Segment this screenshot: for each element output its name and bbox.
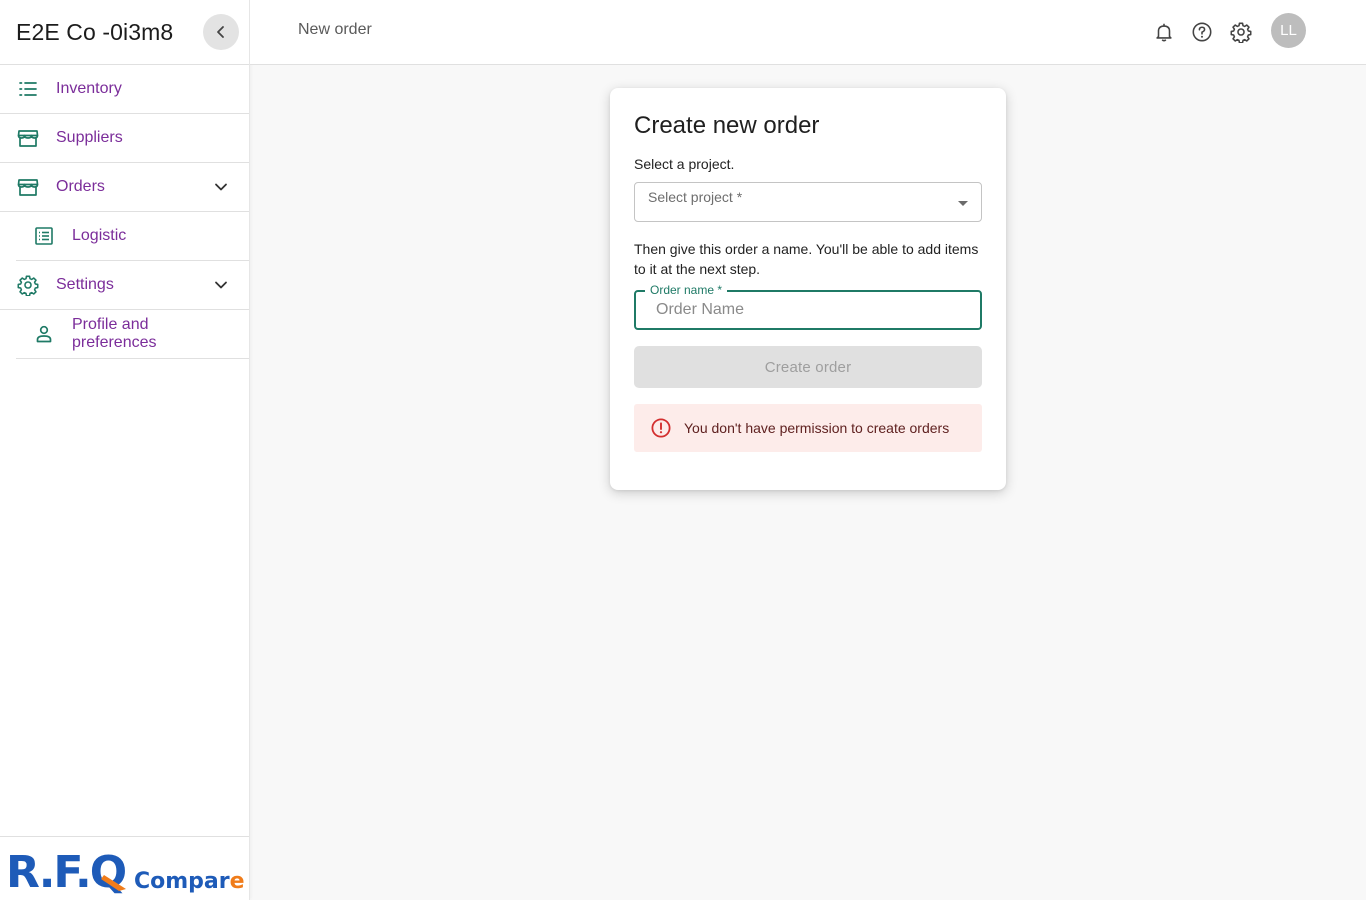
svg-text:R.F.Q: R.F.Q [6,847,126,898]
sidebar-item-label: Profile and preferences [72,316,157,351]
document-list-icon [33,225,55,247]
avatar[interactable]: LL [1271,13,1306,48]
sidebar-item-label: Settings [56,276,114,293]
company-name: E2E Co -0i3m8 [16,18,174,45]
person-icon [33,323,55,345]
sidebar: E2E Co -0i3m8 Inventory Suppliers Orders… [0,0,250,900]
sidebar-item-suppliers[interactable]: Suppliers [0,114,249,163]
sidebar-item-settings[interactable]: Settings [0,261,249,310]
create-order-button[interactable]: Create order [634,346,982,388]
gear-icon[interactable] [1229,20,1253,44]
chevron-down-icon[interactable] [213,277,229,293]
order-name-field: Order name * [634,283,982,330]
collapse-sidebar-button[interactable] [203,14,239,50]
sidebar-item-logistic[interactable]: Logistic [16,212,249,261]
sidebar-item-label: Logistic [72,227,127,244]
error-message: You don't have permission to create orde… [684,420,950,436]
dropdown-arrow-icon [958,201,968,206]
storefront-icon [17,176,39,198]
sidebar-item-inventory[interactable]: Inventory [0,65,249,114]
card-title: Create new order [634,112,820,139]
sidebar-item-label: Inventory [56,80,122,97]
page-title: New order [298,21,372,38]
select-project-prompt: Select a project. [634,156,735,172]
bell-icon[interactable] [1152,20,1176,44]
help-icon[interactable] [1190,20,1214,44]
create-order-card: Create new order Select a project. Selec… [610,88,1006,490]
brand-header: E2E Co -0i3m8 [0,0,249,65]
error-outline-icon [650,417,672,439]
sidebar-item-profile[interactable]: Profile and preferences [16,310,249,359]
permission-error-alert: You don't have permission to create orde… [634,404,982,452]
rfq-compare-logo: R.F.Q Compare [0,836,249,900]
storefront-icon [17,127,39,149]
gear-icon [17,274,39,296]
order-name-prompt: Then give this order a name. You'll be a… [634,241,979,277]
project-select-placeholder: Select project * [648,189,743,205]
svg-text:Compare: Compare [134,869,245,894]
chevron-left-icon [217,26,224,38]
project-select[interactable]: Select project * [634,182,982,222]
list-icon [17,78,39,100]
order-name-input[interactable] [636,292,980,328]
top-bar: New order LL [250,0,1366,65]
sidebar-item-label: Suppliers [56,129,123,146]
sidebar-item-orders[interactable]: Orders [0,163,249,212]
chevron-down-icon[interactable] [213,179,229,195]
sidebar-item-label: Orders [56,178,105,195]
